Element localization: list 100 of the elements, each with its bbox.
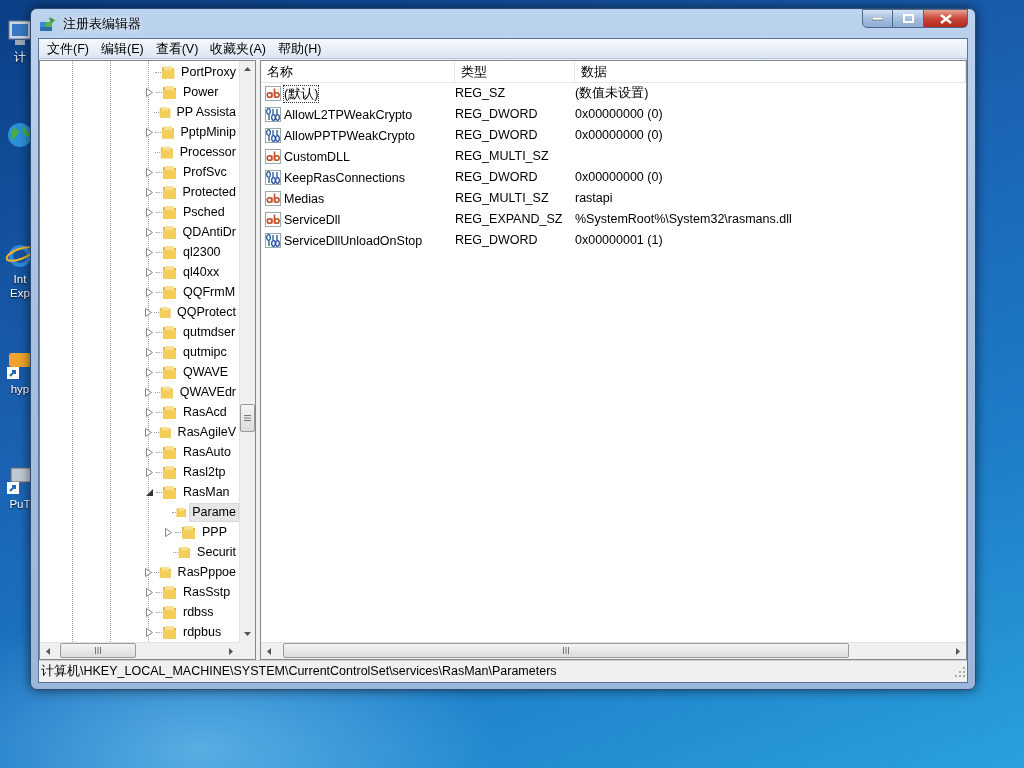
close-button[interactable] (924, 9, 968, 28)
tree-item[interactable]: qutmdser (180, 322, 239, 342)
expand-arrow-icon[interactable] (144, 187, 154, 197)
tree-item[interactable]: ProfSvc (180, 162, 230, 182)
menu-item[interactable]: 编辑(E) (94, 39, 150, 58)
folder-icon (162, 84, 178, 100)
menu-item[interactable]: 查看(V) (149, 39, 205, 58)
scroll-thumb[interactable] (60, 643, 136, 658)
folder-icon (160, 384, 175, 400)
tree-item[interactable]: QWAVE (180, 362, 232, 382)
tree-item[interactable]: QQFrmM (180, 282, 239, 302)
left-arrow-icon (267, 647, 271, 655)
folder-icon (162, 264, 178, 280)
tree-item[interactable]: RasAcd (180, 402, 230, 422)
expand-arrow-icon[interactable] (145, 87, 154, 97)
value-data: 0x00000000 (0) (575, 170, 663, 185)
tree-item[interactable]: Rasl2tp (180, 462, 229, 482)
tree-item[interactable]: RasPppoe (174, 562, 239, 582)
expand-arrow-icon[interactable] (145, 447, 154, 457)
expand-arrow-icon[interactable] (145, 467, 154, 477)
collapse-arrow-icon[interactable] (145, 487, 154, 497)
tree-item[interactable]: Protected (179, 182, 239, 202)
value-name[interactable]: Medias (283, 189, 326, 208)
tree-item[interactable]: PortProxy (178, 62, 239, 82)
expand-arrow-icon[interactable] (144, 387, 154, 397)
tree-item[interactable]: ql2300 (180, 242, 224, 262)
expand-arrow-icon[interactable] (145, 347, 154, 357)
tree-item[interactable]: PptpMinip (177, 122, 239, 142)
scroll-thumb[interactable] (283, 643, 849, 658)
horizontal-scrollbar[interactable] (261, 642, 966, 659)
tree-item[interactable]: Processor (176, 142, 239, 162)
expand-arrow-icon[interactable] (144, 567, 154, 577)
string-value-icon (265, 86, 281, 101)
expand-arrow-icon[interactable] (145, 627, 154, 637)
value-data: (数值未设置) (575, 86, 649, 101)
tree-item[interactable]: RasAgileV (174, 422, 239, 442)
folder-icon (161, 184, 178, 200)
tree-item[interactable]: Parame (189, 502, 239, 522)
folder-icon (162, 164, 178, 180)
tree-item[interactable]: Securit (194, 542, 239, 562)
expand-arrow-icon[interactable] (145, 327, 154, 337)
binary-value-icon (265, 128, 281, 143)
expand-arrow-icon[interactable] (145, 407, 154, 417)
expand-arrow-icon[interactable] (145, 587, 154, 597)
expand-arrow-icon[interactable] (145, 287, 154, 297)
string-value-icon (265, 212, 281, 227)
folder-icon (162, 584, 178, 600)
expand-arrow-icon[interactable] (145, 207, 154, 217)
minimize-button[interactable] (862, 9, 893, 28)
tree-item[interactable]: RasMan (180, 482, 233, 502)
horizontal-scrollbar[interactable] (40, 642, 239, 659)
maximize-icon (902, 14, 914, 23)
value-name[interactable]: AllowPPTPWeakCrypto (283, 126, 417, 145)
value-name[interactable]: AllowL2TPWeakCrypto (283, 105, 414, 124)
scroll-thumb[interactable] (240, 404, 255, 432)
tree-item[interactable]: QDAntiDr (179, 222, 239, 242)
expand-arrow-icon[interactable] (144, 427, 154, 437)
tree-item[interactable]: PP Assista (173, 102, 239, 122)
expand-arrow-icon[interactable] (144, 227, 154, 237)
value-name[interactable]: ServiceDllUnloadOnStop (283, 231, 424, 250)
expand-arrow-icon[interactable] (145, 367, 154, 377)
folder-icon (162, 324, 178, 340)
tree-item[interactable]: rdbss (180, 602, 217, 622)
tree-item[interactable]: Psched (180, 202, 228, 222)
folder-icon (160, 144, 175, 160)
tree-item[interactable]: qutmipc (180, 342, 230, 362)
grip-icon (95, 647, 101, 654)
expand-arrow-icon[interactable] (145, 247, 154, 257)
value-name[interactable]: KeepRasConnections (283, 168, 406, 187)
tree-item[interactable]: RasAuto (180, 442, 234, 462)
folder-icon (178, 544, 193, 560)
folder-icon (162, 624, 178, 640)
left-arrow-icon (46, 647, 50, 655)
tree-item[interactable]: PPP (199, 522, 230, 542)
expand-arrow-icon[interactable] (145, 267, 154, 277)
icon-label: Int (13, 272, 27, 286)
value-name[interactable]: (默认) (283, 84, 320, 103)
right-arrow-icon (956, 647, 960, 655)
tree-item[interactable]: ql40xx (180, 262, 223, 282)
value-name[interactable]: ServiceDll (283, 210, 342, 229)
value-type: REG_MULTI_SZ (455, 148, 550, 166)
menu-item[interactable]: 文件(F) (41, 39, 95, 58)
value-name[interactable]: CustomDLL (283, 147, 351, 166)
expand-arrow-icon[interactable] (145, 607, 154, 617)
menu-item[interactable]: 帮助(H) (272, 39, 328, 58)
expand-arrow-icon[interactable] (145, 167, 154, 177)
menu-item[interactable]: 收藏夹(A) (204, 39, 272, 58)
tree-item[interactable]: Power (180, 82, 222, 102)
app-icon (39, 15, 57, 32)
folder-icon (162, 484, 178, 500)
vertical-scrollbar[interactable] (239, 61, 255, 642)
tree-item[interactable]: RasSstp (180, 582, 234, 602)
tree-item[interactable]: rdpbus (180, 622, 225, 642)
tree-item[interactable]: QQProtect (173, 302, 239, 322)
expand-arrow-icon[interactable] (144, 127, 154, 137)
maximize-button[interactable] (893, 9, 924, 28)
expand-arrow-icon[interactable] (144, 307, 153, 317)
folder-icon (162, 244, 178, 260)
expand-arrow-icon[interactable] (164, 527, 173, 537)
tree-item[interactable]: QWAVEdr (176, 382, 239, 402)
